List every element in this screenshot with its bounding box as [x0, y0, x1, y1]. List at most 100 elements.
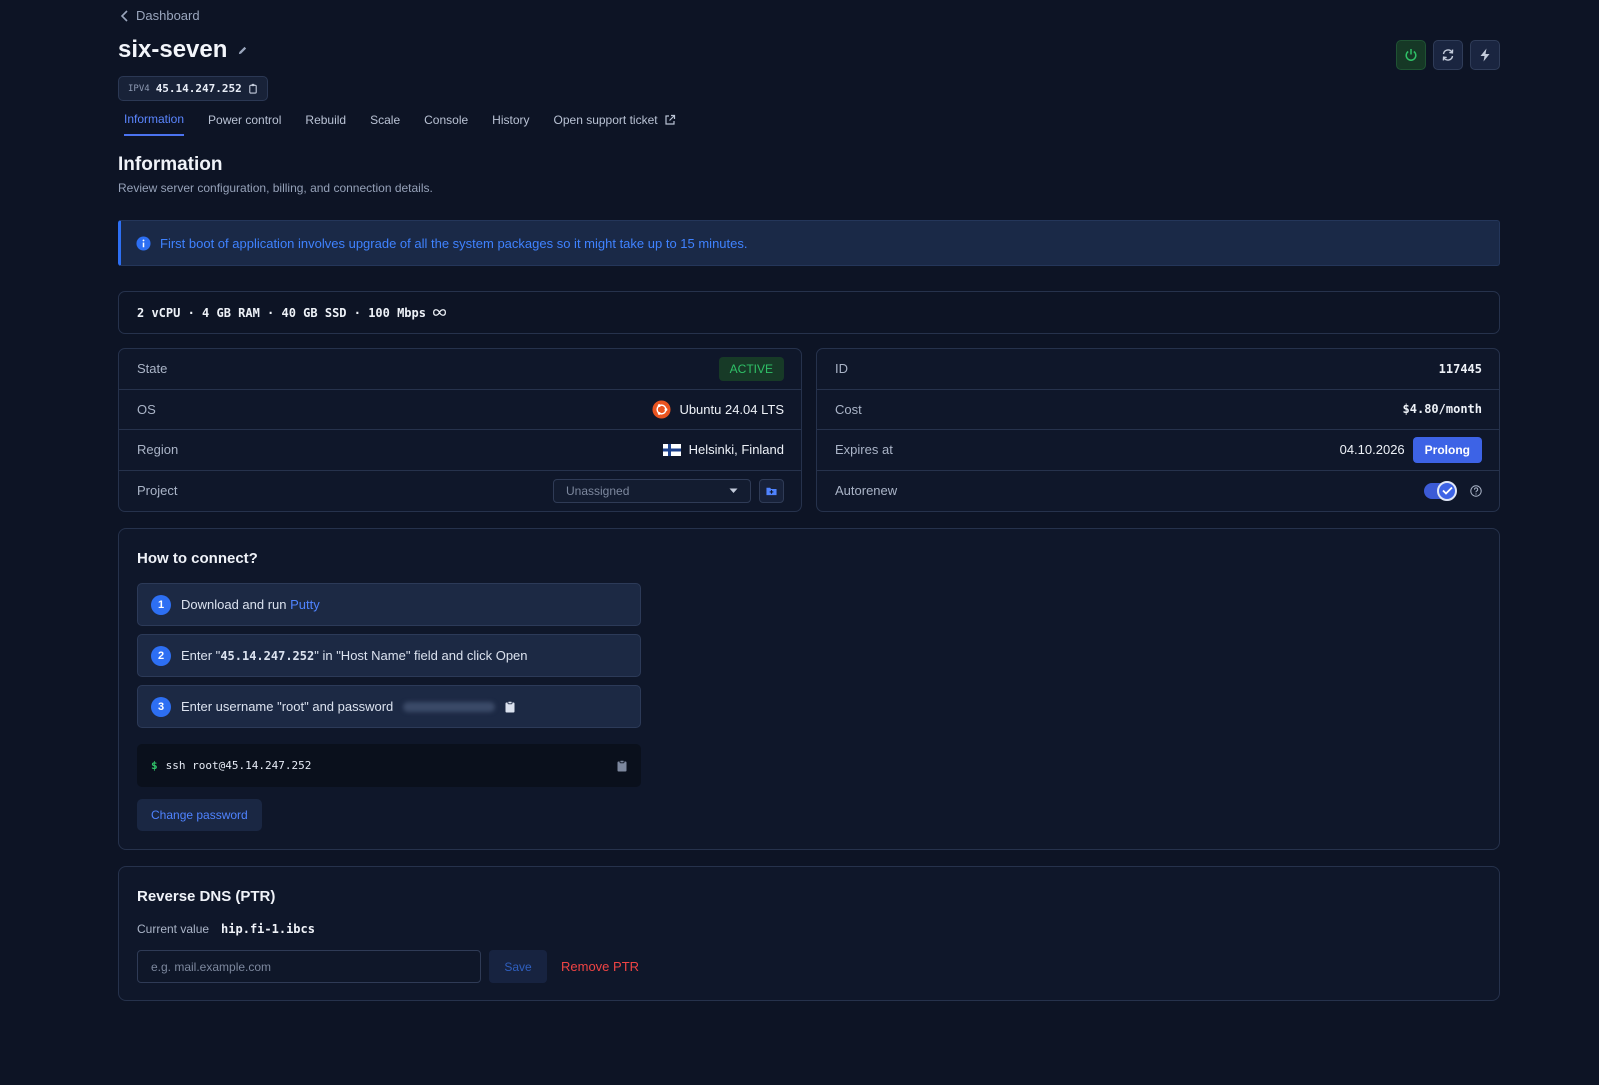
back-link-label: Dashboard: [136, 8, 200, 23]
back-link[interactable]: Dashboard: [120, 8, 200, 23]
ip-chip[interactable]: IPV4 45.14.247.252: [118, 76, 268, 101]
autorenew-controls: [1424, 480, 1482, 501]
finland-flag-icon: [662, 443, 681, 456]
connect-step-2: 2 Enter "45.14.247.252" in "Host Name" f…: [137, 634, 641, 677]
id-value: 117445: [1438, 361, 1482, 376]
help-icon[interactable]: [1470, 485, 1482, 497]
state-row: State ACTIVE: [119, 349, 801, 390]
autorenew-toggle[interactable]: [1424, 480, 1457, 501]
step-2-text: Enter "45.14.247.252" in "Host Name" fie…: [181, 648, 528, 663]
region-name: Helsinki, Finland: [688, 442, 784, 458]
expires-value: 04.10.2026: [1339, 442, 1405, 458]
region-row: Region Helsinki, Finland: [119, 430, 801, 471]
tab-information[interactable]: Information: [124, 112, 185, 136]
caret-down-icon: [729, 488, 738, 493]
clipboard-icon[interactable]: [617, 759, 627, 772]
section-subtitle: Review server configuration, billing, an…: [118, 181, 433, 195]
step-number: 1: [151, 594, 171, 615]
step-1-text: Download and run Putty: [181, 597, 320, 612]
connect-step-1: 1 Download and run Putty: [137, 583, 641, 626]
tab-bar: Information Power control Rebuild Scale …: [124, 112, 676, 136]
details-panel-right: ID 117445 Cost $4.80/month Expires at 04…: [816, 348, 1500, 512]
project-row: Project Unassigned: [119, 471, 801, 512]
cost-label: Cost: [835, 401, 862, 417]
server-specs: 2 vCPU · 4 GB RAM · 40 GB SSD · 100 Mbps: [118, 291, 1500, 334]
quick-action-button[interactable]: [1470, 40, 1500, 70]
lightning-icon: [1480, 48, 1490, 62]
external-link-icon: [664, 114, 675, 125]
step-2-ip: 45.14.247.252: [220, 649, 315, 663]
server-actions: [1396, 40, 1500, 70]
state-label: State: [137, 361, 168, 377]
tab-rebuild[interactable]: Rebuild: [305, 112, 346, 136]
region-value: Helsinki, Finland: [662, 442, 784, 458]
power-icon: [1405, 49, 1417, 61]
expires-controls: 04.10.2026 Prolong: [1339, 436, 1482, 463]
power-button[interactable]: [1396, 40, 1426, 70]
dns-current-label: Current value: [137, 922, 210, 936]
folder-plus-icon: [766, 487, 777, 495]
putty-link[interactable]: Putty: [290, 597, 320, 612]
save-button[interactable]: Save: [489, 950, 547, 983]
tab-support-ticket-label: Open support ticket: [553, 113, 658, 127]
project-select[interactable]: Unassigned: [553, 478, 751, 503]
id-label: ID: [835, 361, 848, 377]
region-label: Region: [137, 442, 179, 458]
connect-title: How to connect?: [137, 550, 258, 567]
connect-card: How to connect? 1 Download and run Putty…: [118, 528, 1500, 850]
ptr-input[interactable]: [137, 950, 481, 983]
step-number: 2: [151, 645, 171, 666]
server-name: six-seven: [118, 36, 228, 63]
reverse-dns-card: Reverse DNS (PTR) Current value hip.fi-1…: [118, 866, 1500, 1001]
password-masked: [403, 701, 496, 712]
expires-label: Expires at: [835, 442, 893, 458]
project-controls: Unassigned: [553, 478, 784, 503]
ubuntu-logo-icon: [652, 400, 671, 419]
prolong-button[interactable]: Prolong: [1412, 436, 1482, 463]
os-name: Ubuntu 24.04 LTS: [679, 401, 784, 417]
refresh-icon: [1442, 49, 1454, 61]
tab-scale[interactable]: Scale: [370, 112, 400, 136]
clipboard-icon[interactable]: [505, 700, 515, 713]
ip-label: IPV4: [128, 83, 150, 94]
dns-current-value: hip.fi-1.ibcs: [221, 922, 315, 936]
check-icon: [1441, 487, 1453, 496]
autorenew-row: Autorenew: [817, 471, 1499, 512]
ssh-prompt: $: [151, 759, 158, 772]
remove-ptr-button[interactable]: Remove PTR: [561, 950, 639, 983]
restart-button[interactable]: [1433, 40, 1463, 70]
id-row: ID 117445: [817, 349, 1499, 390]
project-select-value: Unassigned: [566, 483, 630, 498]
info-alert-text: First boot of application involves upgra…: [160, 235, 748, 251]
step-number: 3: [151, 696, 171, 717]
details-panel-left: State ACTIVE OS Ubuntu 24.04 LTS Region …: [118, 348, 802, 512]
change-password-button[interactable]: Change password: [137, 799, 262, 831]
copy-icon[interactable]: [248, 83, 258, 94]
specs-text: 2 vCPU · 4 GB RAM · 40 GB SSD · 100 Mbps: [137, 305, 426, 320]
step-2-post: " in "Host Name" field and click Open: [314, 648, 528, 663]
tab-power-control[interactable]: Power control: [208, 112, 281, 136]
info-alert: First boot of application involves upgra…: [118, 220, 1500, 266]
ssh-command: ssh root@45.14.247.252: [165, 759, 312, 772]
project-label: Project: [137, 483, 178, 499]
infinity-icon: [433, 309, 446, 316]
tab-support-ticket[interactable]: Open support ticket: [554, 112, 676, 136]
step-2-pre: Enter ": [181, 648, 221, 663]
title-row: six-seven: [118, 36, 248, 64]
ip-value: 45.14.247.252: [155, 82, 242, 95]
section-title: Information: [118, 154, 223, 175]
tab-history[interactable]: History: [492, 112, 529, 136]
os-value: Ubuntu 24.04 LTS: [652, 400, 784, 419]
step-3-label: Enter username "root" and password: [181, 699, 394, 714]
pencil-icon[interactable]: [237, 45, 248, 56]
expires-row: Expires at 04.10.2026 Prolong: [817, 430, 1499, 471]
step-1-label: Download and run: [181, 597, 291, 612]
tab-console[interactable]: Console: [424, 112, 468, 136]
info-icon: [136, 235, 151, 251]
new-project-button[interactable]: [759, 478, 784, 503]
os-label: OS: [137, 401, 156, 417]
ssh-command-box: $ ssh root@45.14.247.252: [137, 744, 641, 787]
cost-value: $4.80/month: [1402, 402, 1482, 417]
os-row: OS Ubuntu 24.04 LTS: [119, 390, 801, 430]
dns-current: Current value hip.fi-1.ibcs: [137, 922, 315, 936]
